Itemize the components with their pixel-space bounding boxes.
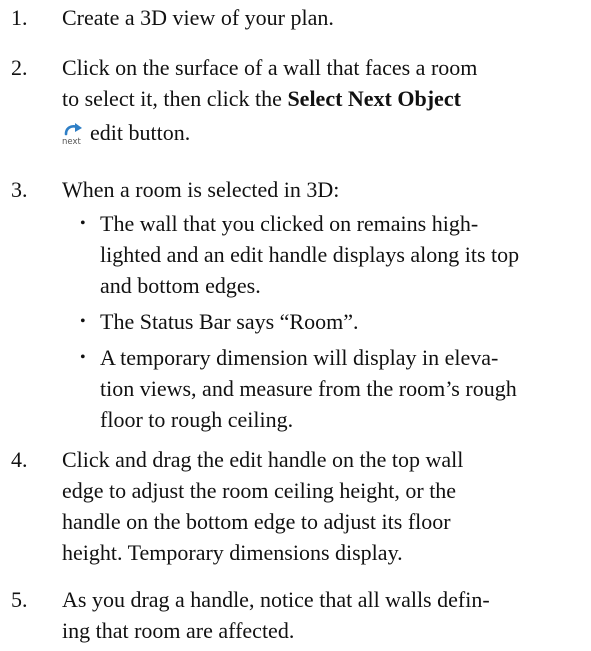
select-next-object-label: Select Next Object (287, 86, 461, 111)
step-line: Click and drag the edit handle on the to… (62, 447, 464, 472)
bullet-glyph: • (80, 215, 86, 232)
document-page: 1. Create a 3D view of your plan. 2. Cli… (0, 0, 591, 651)
step-line-suffix: edit button. (90, 120, 191, 145)
step-line: Create a 3D view of your plan. (62, 5, 334, 30)
bullet-line: tion views, and measure from the room’s … (100, 376, 517, 401)
bullet-text: The Status Bar says “Room”. (100, 306, 585, 337)
step-line: height. Temporary dimensions display. (62, 540, 403, 565)
bullet-line: The Status Bar says “Room”. (100, 309, 359, 334)
step-number: 5. (11, 587, 28, 612)
step-line: Click on the surface of a wall that face… (62, 55, 478, 80)
step-text: Create a 3D view of your plan. (62, 2, 587, 33)
step-text: Click on the surface of a wall that face… (62, 52, 587, 151)
step-number: 3. (11, 177, 28, 202)
step-line: ing that room are affected. (62, 618, 295, 643)
step-text: Click and drag the edit handle on the to… (62, 444, 587, 568)
step-number: 2. (11, 55, 28, 80)
step-line: to select it, then click the Select Next… (62, 83, 587, 114)
bullet-text: A temporary dimension will display in el… (100, 342, 585, 435)
step-line: next edit button. (62, 114, 587, 151)
step-line: As you drag a handle, notice that all wa… (62, 587, 490, 612)
bullet-glyph: • (80, 313, 86, 330)
step-text: As you drag a handle, notice that all wa… (62, 584, 587, 646)
bullet-glyph: • (80, 349, 86, 366)
step-number: 4. (11, 447, 28, 472)
step-number: 1. (11, 5, 28, 30)
select-next-object-icon: next (62, 122, 84, 146)
step-text: When a room is selected in 3D: (62, 174, 587, 205)
bullet-line: and bottom edges. (100, 273, 261, 298)
bullet-text: The wall that you clicked on remains hig… (100, 208, 585, 301)
bullet-line: floor to rough ceiling. (100, 407, 294, 432)
bullet-line: A temporary dimension will display in el… (100, 345, 499, 370)
step-line: When a room is selected in 3D: (62, 177, 340, 202)
step-line-prefix: to select it, then click the (62, 86, 288, 111)
step-line: handle on the bottom edge to adjust its … (62, 509, 451, 534)
bullet-line: lighted and an edit handle displays alon… (100, 242, 520, 267)
step-line: edge to adjust the room ceiling height, … (62, 478, 457, 503)
icon-label: next (62, 137, 81, 146)
bullet-line: The wall that you clicked on remains hig… (100, 211, 479, 236)
